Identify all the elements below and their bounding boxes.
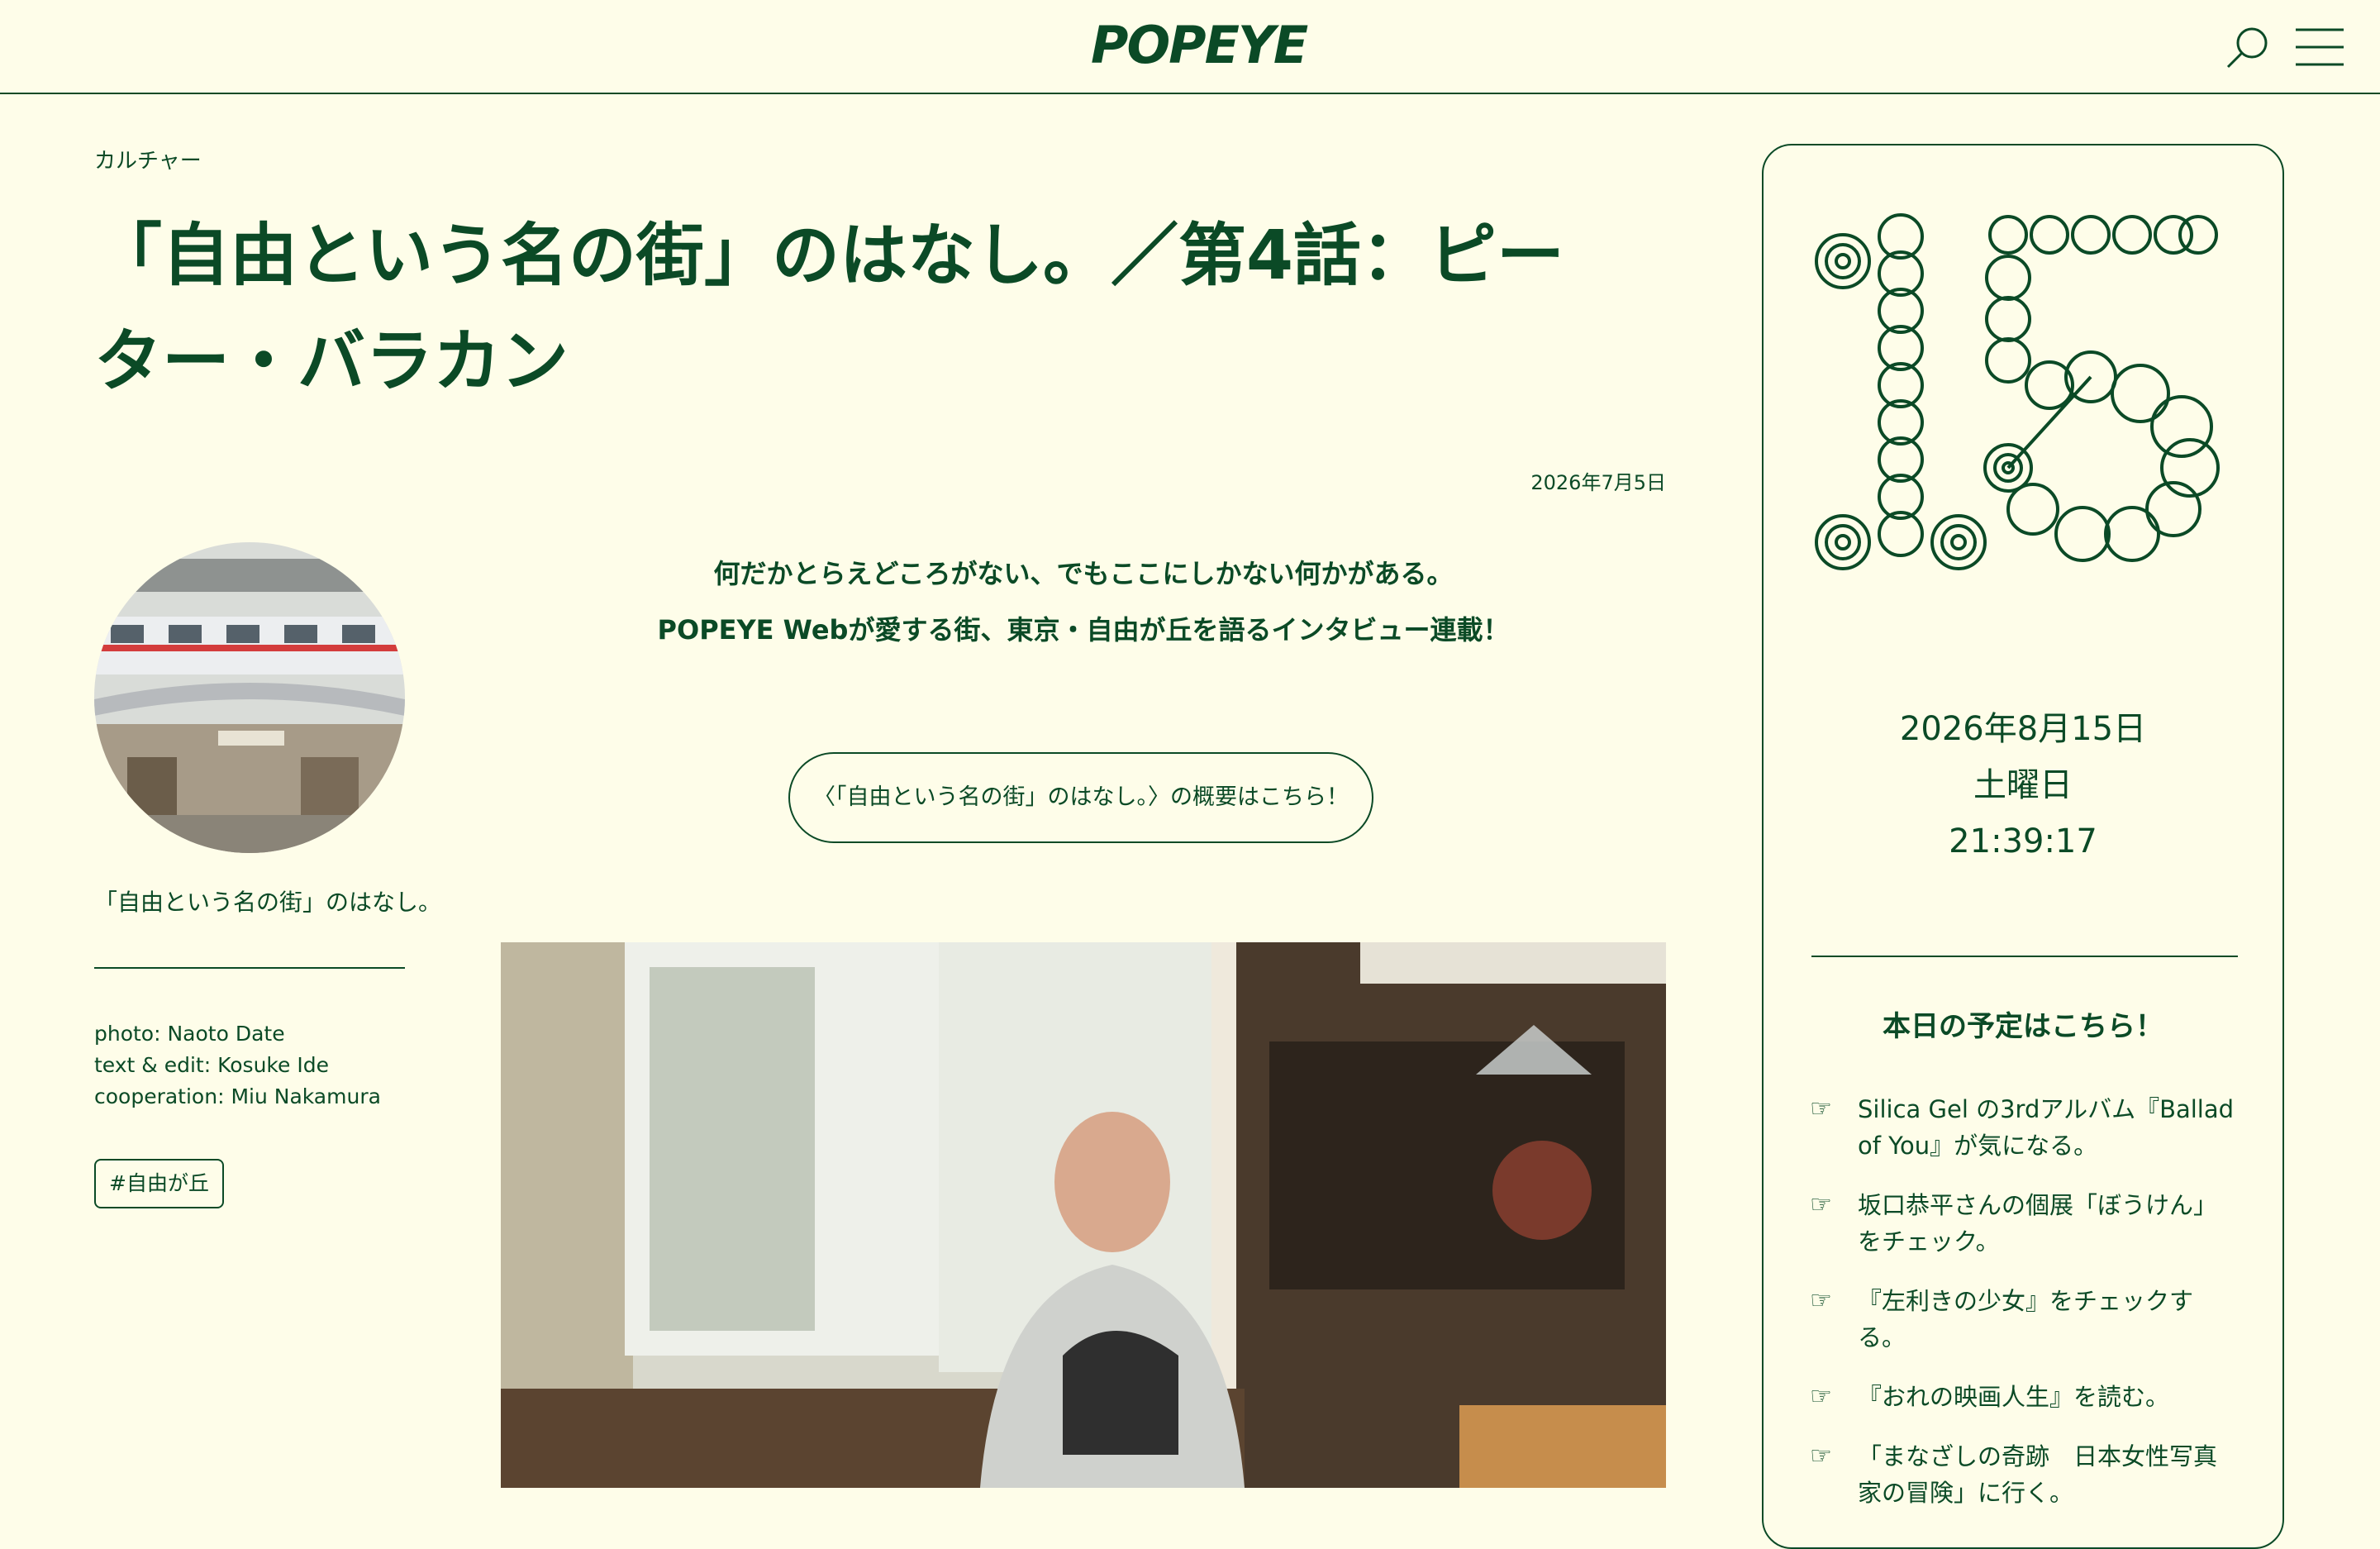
plan-item[interactable]: ☞ 「まなざしの奇跡 日本女性写真家の冒険」に行く。 <box>1810 1438 2240 1511</box>
publish-date: 2026年7月5日 <box>1530 471 1666 494</box>
plan-item[interactable]: ☞ 『おれの映画人生』を読む。 <box>1810 1379 2240 1415</box>
popeye-logo[interactable]: POPEYE <box>1091 17 1308 74</box>
search-icon[interactable] <box>2223 23 2273 73</box>
lead-line-1: 何だかとらえどころがない、でもここにしかない何かがある。 <box>713 558 1454 589</box>
pointing-hand-icon: ☞ <box>1810 1190 1832 1219</box>
today-card: 2026年8月15日 土曜日 21:39:17 本日の予定はこちら！ ☞ Sili… <box>1762 144 2284 1549</box>
main-photo <box>501 942 1666 1488</box>
day-number-illustration <box>1810 195 2240 625</box>
series-overview-button[interactable]: 〈「自由という名の街」のはなし。〉の概要はこちら！ <box>788 752 1373 843</box>
plan-text: Silica Gel の3rdアルバム『Ballad of You』が気になる。 <box>1858 1095 2235 1160</box>
today-date: 2026年8月15日 <box>1899 710 2147 748</box>
credits: photo: Naoto Date text & edit: Kosuke Id… <box>94 1018 381 1113</box>
plan-text: 『おれの映画人生』を読む。 <box>1858 1383 2170 1411</box>
plan-item[interactable]: ☞ 『左利きの少女』をチェックする。 <box>1810 1283 2240 1356</box>
today-datetime: 2026年8月15日 土曜日 21:39:17 <box>1764 701 2282 870</box>
plans-heading: 本日の予定はこちら！ <box>1883 1010 2163 1043</box>
plan-text: 「まなざしの奇跡 日本女性写真家の冒険」に行く。 <box>1858 1442 2218 1507</box>
plan-text: 『左利きの少女』をチェックする。 <box>1858 1287 2194 1351</box>
pointing-hand-icon: ☞ <box>1810 1442 1832 1470</box>
hamburger-menu-icon[interactable] <box>2294 26 2345 68</box>
series-link[interactable]: 「自由という名の街」のはなし。 <box>94 884 441 917</box>
pointing-hand-icon: ☞ <box>1810 1094 1832 1123</box>
credit-photo: photo: Naoto Date <box>94 1022 285 1046</box>
today-time: 21:39:17 <box>1949 822 2097 860</box>
pointing-hand-icon: ☞ <box>1810 1382 1832 1411</box>
plan-item[interactable]: ☞ 坂口恭平さんの個展「ぼうけん」をチェック。 <box>1810 1187 2240 1260</box>
divider <box>94 967 405 969</box>
credit-text-edit: text & edit: Kosuke Ide <box>94 1053 329 1077</box>
plans-list: ☞ Silica Gel の3rdアルバム『Ballad of You』が気になる… <box>1810 1091 2240 1534</box>
plan-item[interactable]: ☞ Silica Gel の3rdアルバム『Ballad of You』が気になる… <box>1810 1091 2240 1164</box>
today-weekday: 土曜日 <box>1973 766 2073 804</box>
tag-jiyugaoka[interactable]: #自由が丘 <box>94 1159 224 1208</box>
series-thumbnail[interactable] <box>94 542 405 853</box>
article-category[interactable]: カルチャー <box>94 144 202 174</box>
article-lead: 何だかとらえどころがない、でもここにしかない何かがある。 POPEYE Webが… <box>501 546 1666 658</box>
divider <box>1811 956 2238 957</box>
credit-cooperation: cooperation: Miu Nakamura <box>94 1084 381 1108</box>
lead-line-2: POPEYE Webが愛する街、東京・自由が丘を語るインタビュー連載！ <box>657 614 1510 646</box>
article-title: 「自由という名の街」のはなし。／第4話：ピーター・バラカン <box>94 217 1565 401</box>
pointing-hand-icon: ☞ <box>1810 1286 1832 1315</box>
plan-text: 坂口恭平さんの個展「ぼうけん」をチェック。 <box>1858 1191 2218 1256</box>
site-header: POPEYE <box>0 0 2380 94</box>
